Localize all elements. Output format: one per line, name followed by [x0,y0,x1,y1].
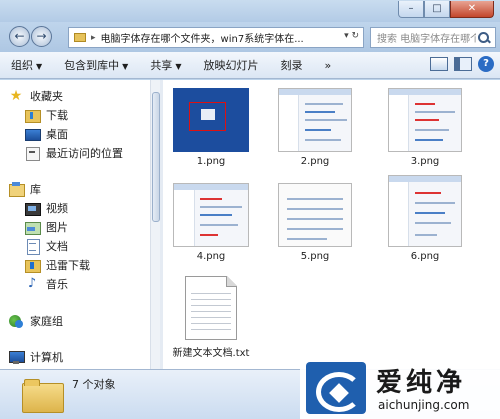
sidebar-item-desktop[interactable]: 桌面 [24,125,68,143]
breadcrumb-separator[interactable]: ▸ [91,33,96,43]
chevron-down-icon: ▼ [122,61,129,71]
video-icon [24,200,41,216]
document-icon [24,238,40,255]
homegroup-icon [8,313,24,329]
library-icon [8,181,25,197]
star-icon: ★ [9,88,23,104]
minimize-button[interactable]: – [398,1,424,18]
file-thumbnail [388,175,462,247]
desktop-icon [24,126,41,142]
burn-button[interactable]: 刻录 [269,52,313,79]
file-item[interactable]: 1.png [171,88,251,167]
address-dropdown-refresh[interactable]: ▾ ↻ [344,31,359,41]
window-controls: – □ ✕ [398,1,494,18]
watermark-title: 爱纯净 [376,368,467,398]
picture-icon [24,219,41,235]
watermark: 爱纯净 aichunjing.com [300,356,500,419]
chevron-down-icon: ▼ [36,61,43,71]
back-button[interactable]: ← [9,26,30,47]
sidebar-item-computer[interactable]: 计算机 [8,348,63,366]
close-button[interactable]: ✕ [450,1,494,18]
item-count: 7 个对象 [72,378,116,391]
file-thumbnail [278,183,352,247]
command-bar: 组织 ▼ 包含到库中 ▼ 共享 ▼ 放映幻灯片 刻录 » ? [0,52,500,79]
more-commands-button[interactable]: » [313,52,342,79]
forward-icon: → [36,29,47,43]
sidebar-item-libraries[interactable]: 库 [8,180,41,198]
watermark-url: aichunjing.com [378,398,470,412]
sidebar-item-videos[interactable]: 视频 [24,199,68,217]
sidebar-item-music[interactable]: ♪ 音乐 [24,275,68,293]
slideshow-button[interactable]: 放映幻灯片 [192,52,269,79]
file-name: 2.png [300,156,330,167]
navigation-pane: ★ 收藏夹 下载 桌面 最近访问的位置 库 视频 图片 文档 迅雷下载 ♪ 音乐… [0,80,150,369]
thumbnail-window [201,109,215,120]
address-row: ← → ▸ 电脑字体存在哪个文件夹，win7系统字体在... ▾ ↻ 搜索 电脑… [0,22,500,52]
search-icon[interactable] [476,30,492,46]
file-item[interactable]: 5.png [275,183,355,262]
file-name: 新建文本文档.txt [172,348,250,359]
file-item[interactable]: 3.png [385,88,465,167]
folder-icon [22,379,64,413]
sidebar-scrollbar[interactable] [150,80,160,369]
file-name: 5.png [300,251,330,262]
sidebar-item-homegroup[interactable]: 家庭组 [8,312,63,330]
download-folder-icon [24,257,41,273]
file-list: 1.png 2.png 3.png 4.png 5.png 6.png 新建文本… [163,80,500,369]
sidebar-item-xunlei[interactable]: 迅雷下载 [24,256,90,274]
search-box[interactable]: 搜索 电脑字体存在哪个文件... [370,27,496,48]
search-input[interactable]: 搜索 电脑字体存在哪个文件... [377,30,476,45]
preview-pane-icon[interactable] [454,57,472,71]
forward-button[interactable]: → [31,26,52,47]
file-item[interactable]: 6.png [385,175,465,262]
back-icon: ← [14,29,25,43]
file-thumbnail [173,88,249,152]
sidebar-item-favorites[interactable]: ★ 收藏夹 [8,87,63,105]
address-bar[interactable]: ▸ 电脑字体存在哪个文件夹，win7系统字体在... ▾ ↻ [68,27,364,48]
sidebar-item-pictures[interactable]: 图片 [24,218,68,236]
file-item[interactable]: 2.png [275,88,355,167]
include-in-library-button[interactable]: 包含到库中 ▼ [53,52,139,79]
maximize-button[interactable]: □ [424,1,450,18]
share-button[interactable]: 共享 ▼ [139,52,192,79]
recent-icon [24,145,40,161]
file-item[interactable]: 4.png [171,183,251,262]
music-icon: ♪ [27,276,37,291]
sidebar-item-recent[interactable]: 最近访问的位置 [24,144,123,162]
toolbar-right: ? [430,56,494,72]
scrollbar-thumb[interactable] [152,92,160,222]
file-thumbnail [278,88,352,152]
sidebar-item-downloads[interactable]: 下载 [24,106,68,124]
address-path[interactable]: 电脑字体存在哪个文件夹，win7系统字体在... [101,30,304,45]
title-bar: – □ ✕ [0,0,500,22]
file-name: 6.png [410,251,440,262]
sidebar-item-documents[interactable]: 文档 [24,237,68,255]
computer-icon [8,349,25,365]
view-icon[interactable] [430,57,448,71]
file-name: 4.png [196,251,226,262]
file-name: 3.png [410,156,440,167]
file-item[interactable]: 新建文本文档.txt [171,276,251,359]
file-thumbnail [388,88,462,152]
file-thumbnail [173,183,249,247]
organize-button[interactable]: 组织 ▼ [0,52,53,79]
folder-icon [74,33,86,42]
download-icon [24,107,41,123]
chevron-down-icon: ▼ [175,61,182,71]
watermark-logo-icon [306,362,366,414]
file-name: 1.png [196,156,226,167]
help-icon[interactable]: ? [478,56,494,72]
text-file-icon [185,276,237,340]
